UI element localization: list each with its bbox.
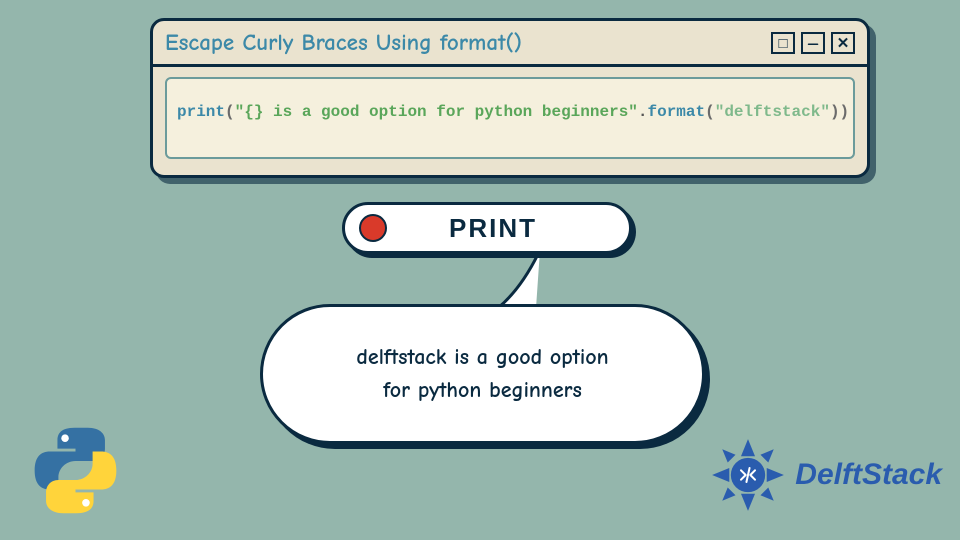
output-bubble: delftstack is a good option for python b…: [260, 248, 705, 458]
code-block: print("{} is a good option for python be…: [165, 77, 855, 159]
maximize-button[interactable]: □: [771, 32, 795, 54]
code-paren-close2: ): [830, 103, 840, 121]
record-dot-icon: [359, 214, 387, 242]
code-dot: .: [638, 103, 648, 121]
print-label: PRINT: [387, 213, 629, 244]
output-bubble-body: delftstack is a good option for python b…: [260, 304, 705, 444]
delftstack-badge-icon: [709, 436, 787, 514]
code-paren-open2: (: [705, 103, 715, 121]
minimize-button[interactable]: —: [801, 32, 825, 54]
code-arg: "delftstack": [715, 103, 830, 121]
code-string: "{} is a good option for python beginner…: [235, 103, 638, 121]
window-controls: □ — ✕: [771, 32, 855, 54]
delftstack-logo: DelftStack: [709, 436, 942, 514]
code-paren-close: ): [840, 103, 850, 121]
retro-window: Escape Curly Braces Using format() □ — ✕…: [150, 18, 870, 178]
window-title: Escape Curly Braces Using format(): [165, 29, 771, 56]
code-fn-format: format: [648, 103, 706, 121]
close-button[interactable]: ✕: [831, 32, 855, 54]
python-logo-icon: [28, 423, 123, 518]
output-line-1: delftstack is a good option: [356, 341, 608, 374]
window-titlebar: Escape Curly Braces Using format() □ — ✕: [153, 21, 867, 67]
print-pill: PRINT: [342, 202, 632, 254]
delftstack-wordmark: DelftStack: [795, 458, 942, 492]
code-paren-open: (: [225, 103, 235, 121]
output-line-2: for python beginners: [383, 374, 582, 407]
code-fn-print: print: [177, 103, 225, 121]
